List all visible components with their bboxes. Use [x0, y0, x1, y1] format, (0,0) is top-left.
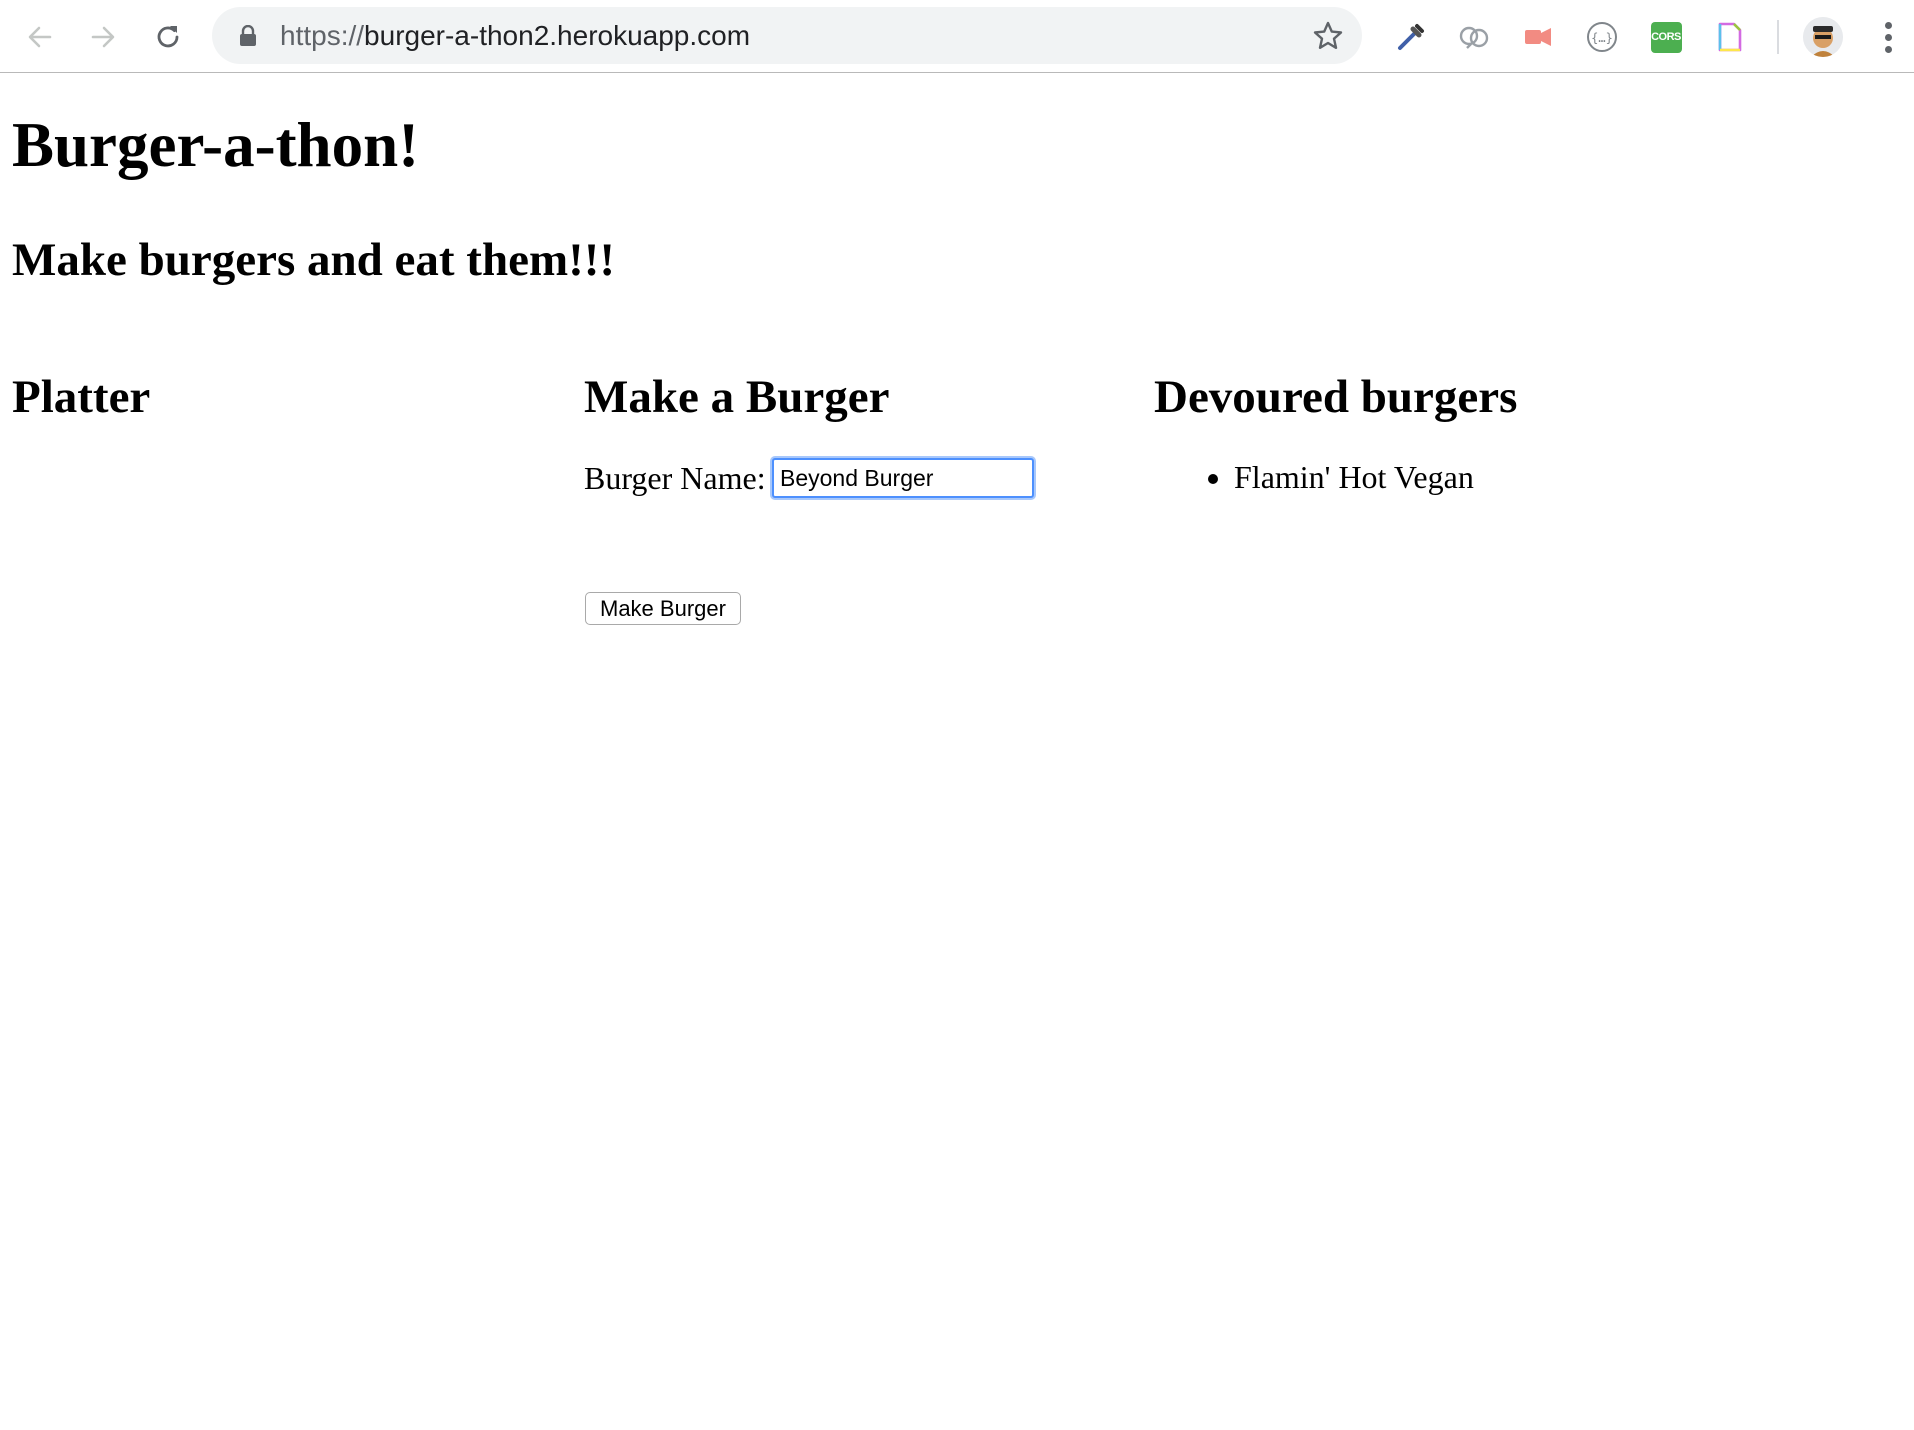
eyedropper-icon [1398, 24, 1424, 50]
url-host: burger-a-thon2.herokuapp.com [364, 20, 751, 51]
list-item: Flamin' Hot Vegan [1234, 452, 1474, 502]
braces-icon: {…} [1587, 22, 1617, 52]
browser-toolbar: https://burger-a-thon2.herokuapp.com {…} [0, 0, 1914, 73]
platter-heading: Platter [12, 371, 151, 423]
page-content: Burger-a-thon! Make burgers and eat them… [0, 74, 1914, 1430]
url-text[interactable]: https://burger-a-thon2.herokuapp.com [280, 7, 750, 64]
reload-button[interactable] [146, 16, 190, 58]
arrow-left-icon [28, 26, 52, 48]
burger-name-label: Burger Name: [584, 460, 766, 496]
platter-column: Platter [12, 374, 150, 421]
make-burger-button[interactable]: Make Burger [585, 592, 741, 625]
video-icon [1525, 28, 1551, 46]
forward-button[interactable] [81, 16, 125, 58]
page-tagline: Make burgers and eat them!!! [12, 234, 616, 286]
browser-menu-button[interactable] [1870, 17, 1906, 57]
devoured-column: Devoured burgers Flamin' Hot Vegan [1154, 371, 1518, 496]
cors-extension-icon[interactable]: CORS [1646, 17, 1686, 57]
json-formatter-extension-icon[interactable]: {…} [1582, 17, 1622, 57]
devoured-list: Flamin' Hot Vegan [1154, 452, 1474, 502]
burger-name-input[interactable] [772, 458, 1034, 498]
document-icon [1718, 22, 1742, 52]
cors-label: CORS [1650, 21, 1682, 53]
bookmark-star-icon[interactable] [1310, 18, 1346, 54]
notes-extension-icon[interactable] [1710, 17, 1750, 57]
reload-icon [157, 26, 179, 48]
devoured-heading: Devoured burgers [1154, 371, 1518, 423]
video-extension-icon[interactable] [1518, 17, 1558, 57]
avatar-icon [1803, 17, 1843, 57]
arrow-right-icon [91, 26, 115, 48]
menu-dot [1884, 33, 1892, 41]
make-burger-form: Burger Name: Make Burger [584, 458, 1054, 625]
eyedropper-extension-icon[interactable] [1391, 17, 1431, 57]
svg-text:{…}: {…} [1591, 31, 1613, 45]
mobile-extension-icon[interactable] [1454, 17, 1494, 57]
phone-icon [1459, 26, 1489, 49]
url-scheme: https:// [280, 20, 365, 51]
profile-avatar[interactable] [1803, 17, 1843, 57]
menu-dot [1884, 45, 1892, 53]
back-button[interactable] [18, 16, 62, 58]
make-burger-heading: Make a Burger [584, 371, 890, 423]
page-title: Burger-a-thon! [12, 110, 420, 180]
make-burger-column: Make a Burger Burger Name: Make Burger [584, 371, 1034, 625]
lock-icon [240, 25, 256, 46]
menu-dot [1884, 21, 1892, 29]
address-bar[interactable]: https://burger-a-thon2.herokuapp.com [212, 7, 1362, 64]
toolbar-divider [1777, 20, 1779, 54]
